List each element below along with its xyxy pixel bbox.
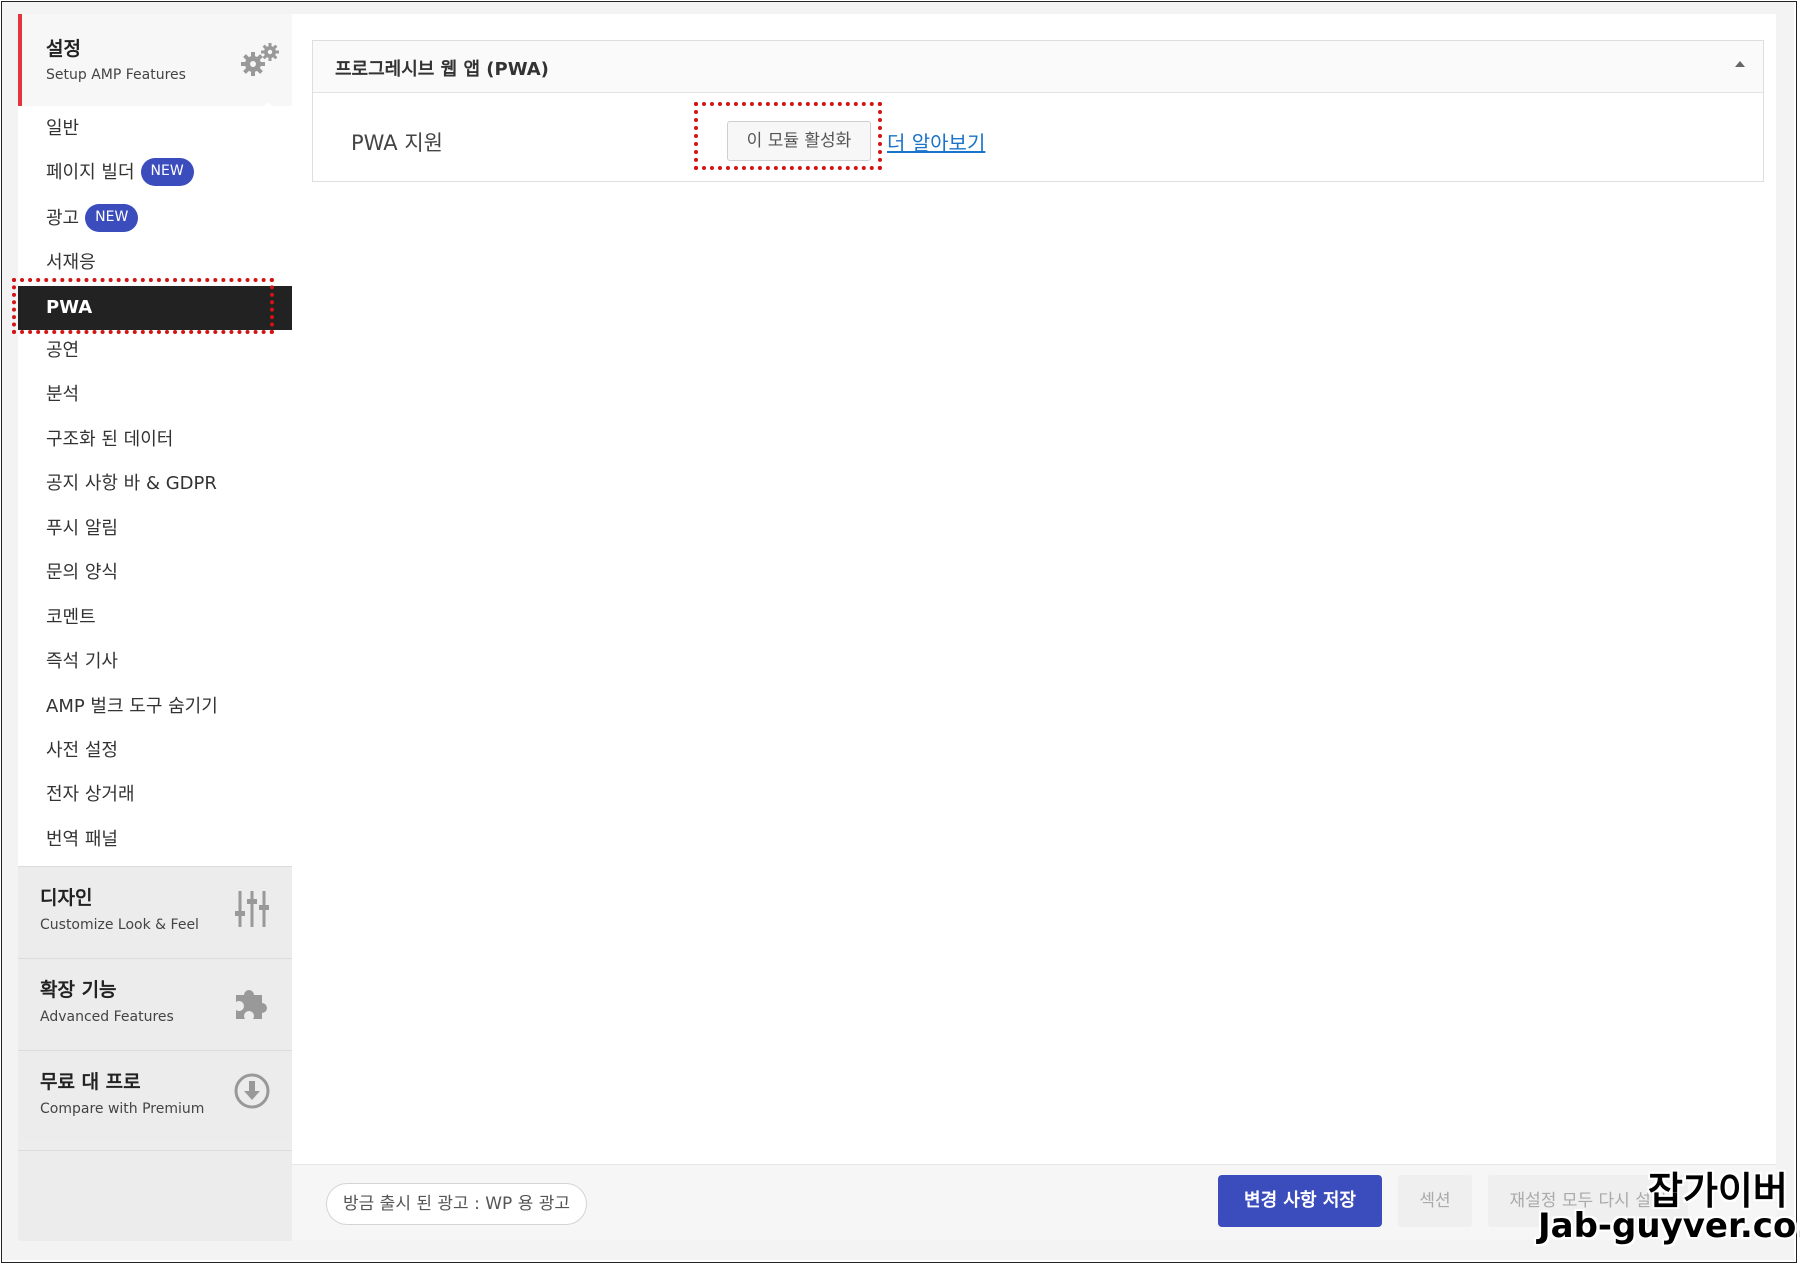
sidebar-item-label: 번역 패널 <box>46 829 118 850</box>
sidebar-item-instant-articles[interactable]: 즉석 기사 <box>18 641 292 683</box>
sidebar-item-analytics[interactable]: 분석 <box>18 374 292 416</box>
pwa-panel: 프로그레시브 웹 앱 (PWA) PWA 지원 이 모듈 활성화 더 알아보기 <box>312 40 1764 182</box>
sidebar-footer <box>18 1150 292 1241</box>
sidebar-item-label: 구조화 된 데이터 <box>46 429 174 450</box>
sidebar-section-design[interactable]: 디자인 Customize Look & Feel <box>18 866 292 958</box>
sidebar-item-comments[interactable]: 코멘트 <box>18 597 292 639</box>
sidebar-item-notice-bar-gdpr[interactable]: 공지 사항 바 & GDPR <box>18 463 292 505</box>
section-subtitle: Customize Look & Feel <box>40 917 199 933</box>
news-pill[interactable]: 방금 출시 된 광고 : WP 용 광고 <box>326 1183 588 1225</box>
pwa-highlight-box <box>12 278 274 334</box>
section-title: 디자인 <box>40 887 93 909</box>
sidebar-item-page-builder[interactable]: 페이지 빌더 NEW <box>18 152 292 194</box>
section-subtitle: Advanced Features <box>40 1009 174 1025</box>
sidebar-item-performance[interactable]: 공연 <box>18 330 292 372</box>
sidebar-item-label: 즉석 기사 <box>46 651 118 672</box>
sidebar-item-label: 푸시 알림 <box>46 518 118 539</box>
sidebar-item-label: 문의 양식 <box>46 562 118 583</box>
sidebar-section-free-vs-pro[interactable]: 무료 대 프로 Compare with Premium <box>18 1050 292 1142</box>
sidebar-item-label: 서재응 <box>46 252 96 273</box>
section-title: 무료 대 프로 <box>40 1071 141 1093</box>
watermark-url: Jab-guyver.co.kr <box>1538 1206 1800 1246</box>
sidebar-item-label: 광고 <box>46 208 80 229</box>
sidebar-item-translation-panel[interactable]: 번역 패널 <box>18 819 292 861</box>
panel-header[interactable]: 프로그레시브 웹 앱 (PWA) <box>313 41 1763 93</box>
sliders-icon <box>235 891 269 927</box>
section-title: 확장 기능 <box>40 979 117 1001</box>
sidebar-item-presets[interactable]: 사전 설정 <box>18 730 292 772</box>
sidebar-item-amp-bulk-tool[interactable]: AMP 벌크 도구 숨기기 <box>18 686 292 728</box>
activate-highlight-box <box>694 102 882 170</box>
sidebar-item-label: 일반 <box>46 118 80 139</box>
main-content: 프로그레시브 웹 앱 (PWA) PWA 지원 이 모듈 활성화 더 알아보기 <box>292 14 1776 1164</box>
sidebar-item-label: 공연 <box>46 340 80 361</box>
sidebar-item-general[interactable]: 일반 <box>18 108 292 150</box>
sidebar-item-contact-form[interactable]: 문의 양식 <box>18 552 292 594</box>
sidebar-item-label: 전자 상거래 <box>46 784 135 805</box>
setup-title: 설정 <box>46 38 81 60</box>
download-circle-icon <box>234 1073 270 1109</box>
sidebar-item-label: 페이지 빌더 <box>46 162 135 183</box>
sidebar-section-extensions[interactable]: 확장 기능 Advanced Features <box>18 958 292 1050</box>
section-subtitle: Compare with Premium <box>40 1101 205 1117</box>
sidebar-item-label: 공지 사항 바 & GDPR <box>46 473 217 494</box>
collapse-arrow-icon[interactable] <box>1735 61 1745 67</box>
gears-icon <box>241 43 279 76</box>
sidebar-menu: 일반 페이지 빌더 NEW 광고 NEW 서재응 PWA 공연 분석 구조화 된 데… <box>18 106 292 880</box>
sidebar-item-ecommerce[interactable]: 전자 상거래 <box>18 774 292 816</box>
save-changes-button[interactable]: 변경 사항 저장 <box>1218 1175 1382 1227</box>
puzzle-icon <box>236 990 267 1019</box>
pwa-support-label: PWA 지원 <box>351 131 443 155</box>
sidebar-section-setup[interactable]: 설정 Setup AMP Features <box>18 14 292 106</box>
sidebar-item-structured-data[interactable]: 구조화 된 데이터 <box>18 419 292 461</box>
learn-more-link[interactable]: 더 알아보기 <box>887 127 985 156</box>
sidebar-item-label: 사전 설정 <box>46 740 118 761</box>
panel-title: 프로그레시브 웹 앱 (PWA) <box>335 59 549 80</box>
sidebar-item-label: 분석 <box>46 384 80 405</box>
setup-subtitle: Setup AMP Features <box>46 67 186 83</box>
sidebar-item-label: AMP 벌크 도구 숨기기 <box>46 696 218 717</box>
new-badge: NEW <box>85 204 139 232</box>
new-badge: NEW <box>140 158 194 186</box>
settings-sidebar: 설정 Setup AMP Features 일반 페이지 빌더 NEW 광고 NEW… <box>18 14 292 1241</box>
sidebar-item-push-notifications[interactable]: 푸시 알림 <box>18 508 292 550</box>
sidebar-item-label: 코멘트 <box>46 607 96 628</box>
section-button[interactable]: 섹션 <box>1398 1175 1472 1227</box>
sidebar-item-ads[interactable]: 광고 NEW <box>18 198 292 240</box>
